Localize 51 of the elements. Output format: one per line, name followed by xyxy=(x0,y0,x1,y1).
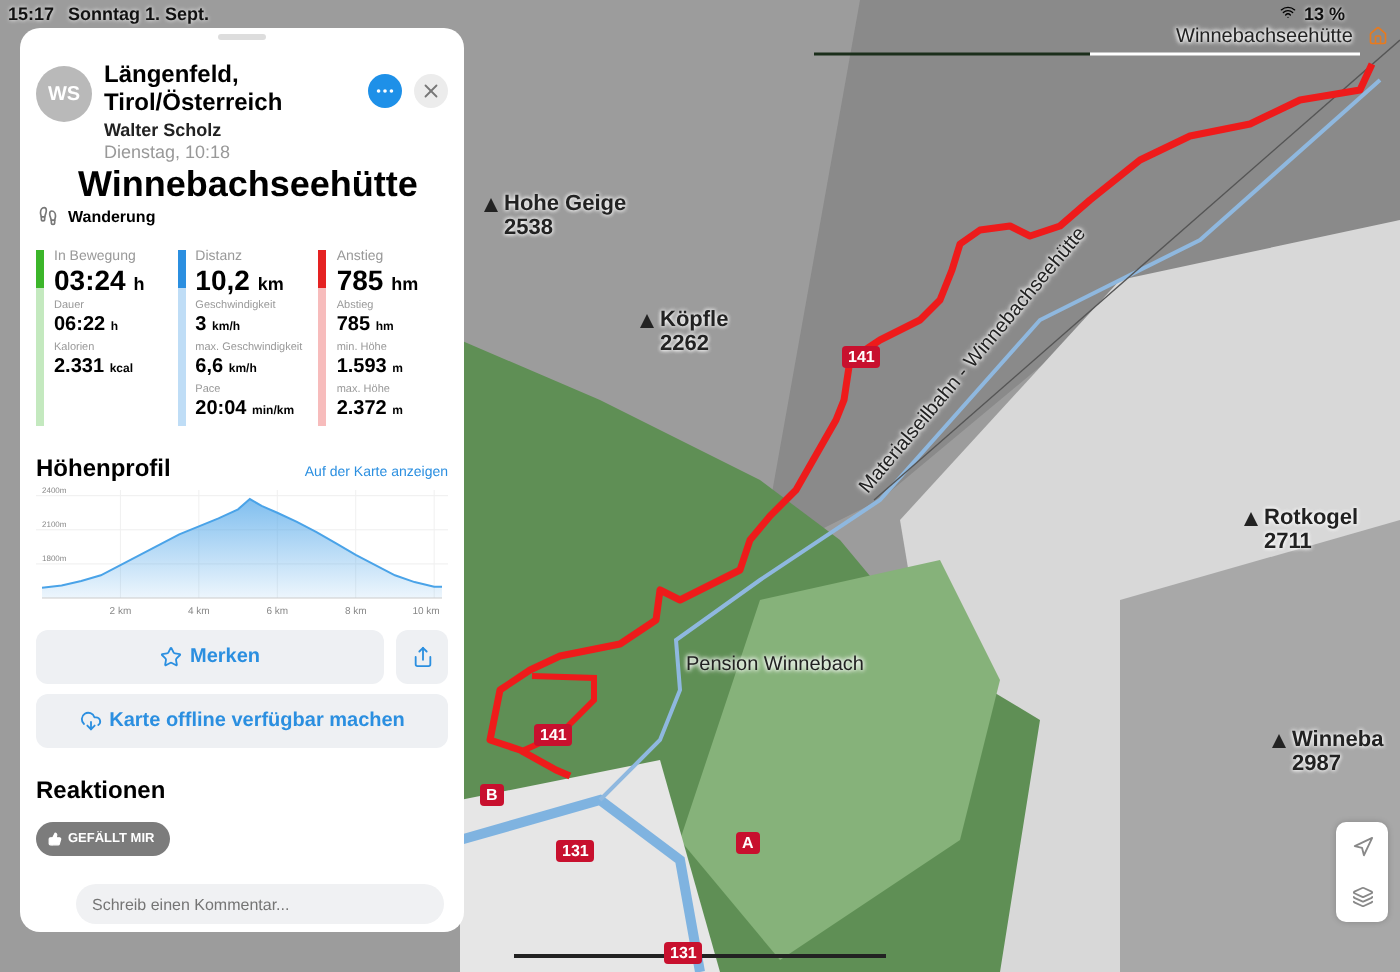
avatar: WS xyxy=(36,66,92,122)
battery-level: 13 % xyxy=(1304,4,1346,24)
offline-map-button[interactable]: Karte offline verfügbar machen xyxy=(36,694,448,748)
close-icon xyxy=(420,80,442,102)
route-number: A xyxy=(736,832,760,854)
share-icon xyxy=(411,646,433,668)
stat-value: 785 hm xyxy=(336,266,419,298)
section-title: Höhenprofil xyxy=(36,454,171,482)
peak-icon xyxy=(484,198,498,212)
hut-label: Winnebachseehütte xyxy=(1176,26,1353,48)
route-number: B xyxy=(480,784,504,806)
route-number: 141 xyxy=(534,724,573,746)
close-button[interactable] xyxy=(414,74,448,108)
peak-height: 2262 xyxy=(660,332,711,356)
stat-value: 10,2 km xyxy=(195,266,286,298)
place-label: Pension Winnebach xyxy=(686,654,864,676)
comment-field[interactable]: Schreib einen Kommentar... xyxy=(76,884,444,924)
hut-icon xyxy=(1368,26,1388,46)
status-time: 15:17 xyxy=(8,4,55,24)
star-icon xyxy=(159,646,182,668)
peak-name: Winneba xyxy=(1292,728,1384,752)
peak-icon xyxy=(1272,734,1286,748)
route-number: 131 xyxy=(556,840,595,862)
footprints-icon xyxy=(38,206,58,226)
save-button[interactable]: Merken xyxy=(36,630,384,684)
more-button[interactable] xyxy=(368,74,402,108)
peak-name: Rotkogel xyxy=(1264,506,1359,530)
route-number: 141 xyxy=(842,346,881,368)
activity-date: Dienstag, 10:18 xyxy=(104,142,233,162)
peak-height: 2987 xyxy=(1292,752,1343,776)
route-number: 131 xyxy=(664,942,703,964)
peak-name: Köpfle xyxy=(660,308,729,332)
cloud-download-icon xyxy=(79,710,102,732)
peak-height: 2711 xyxy=(1264,530,1314,554)
peak-icon xyxy=(1244,512,1258,526)
layers-icon xyxy=(1351,886,1373,908)
activity-title: Winnebachseehütte xyxy=(78,164,420,206)
location-title: Tirol/Österreich xyxy=(104,88,285,116)
share-button[interactable] xyxy=(396,630,448,684)
status-date: Sonntag 1. Sept. xyxy=(68,4,210,24)
navigation-arrow-icon xyxy=(1351,836,1373,858)
author-name: Walter Scholz xyxy=(104,120,224,140)
thumbs-up-icon xyxy=(48,832,62,846)
section-title: Reaktionen xyxy=(36,776,168,804)
peak-name: Hohe Geige xyxy=(504,192,627,216)
location-title: Längenfeld, xyxy=(104,60,241,88)
stat-value: 03:24 h xyxy=(54,266,145,298)
activity-type: Wanderung xyxy=(68,207,156,225)
peak-height: 2538 xyxy=(504,216,555,240)
wifi-icon xyxy=(1280,4,1296,20)
peak-icon xyxy=(640,314,654,328)
